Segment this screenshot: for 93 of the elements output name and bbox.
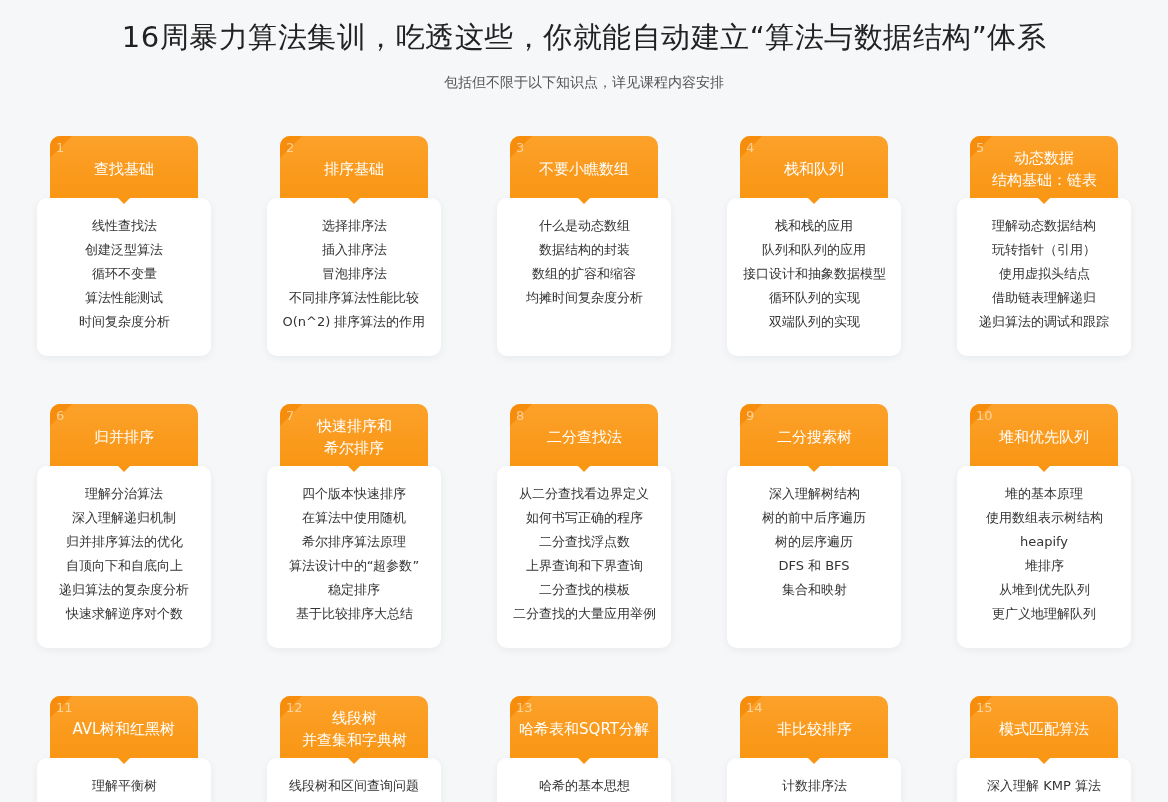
card-number: 11 (56, 699, 73, 717)
card-title: 查找基础 (94, 159, 154, 180)
topic-item: 数据结构的封装 (538, 241, 630, 259)
topic-item: 线性查找法 (91, 217, 157, 235)
topic-item: 在算法中使用随机 (302, 509, 406, 527)
card-title: 并查集和字典树 (301, 730, 407, 751)
topic-item: 如何书写正确的程序 (525, 509, 643, 527)
card-title: 模式匹配算法 (999, 719, 1089, 740)
card-number: 5 (976, 139, 985, 157)
card-number: 14 (746, 699, 763, 717)
topic-item: 稳定排序 (328, 581, 380, 599)
topic-item: 数组的扩容和缩容 (532, 265, 636, 283)
topic-item: 双端队列的实现 (768, 313, 860, 331)
topic-item: 二分查找的模板 (538, 581, 630, 599)
topic-item: 快速求解逆序对个数 (65, 605, 183, 623)
topic-item: 从二分查找看边界定义 (519, 485, 649, 503)
topic-item: 二分查找浮点数 (538, 533, 630, 551)
card-number: 13 (516, 699, 533, 717)
topic-item: 深入理解 KMP 算法 (987, 777, 1101, 795)
topic-item: 递归算法的调试和跟踪 (979, 313, 1109, 331)
topic-item: 不同排序算法性能比较 (289, 289, 419, 307)
topic-item: 选择排序法 (321, 217, 387, 235)
topic-item: 更广义地理解队列 (992, 605, 1096, 623)
page-title: 16周暴力算法集训，吃透这些，你就能自动建立“算法与数据结构”体系 (121, 19, 1047, 56)
card-number: 3 (516, 139, 525, 157)
topic-item: 理解分治算法 (85, 485, 163, 503)
topic-item: 深入理解树结构 (768, 485, 860, 503)
card-number: 12 (286, 699, 303, 717)
topic-item: 循环队列的实现 (768, 289, 860, 307)
topic-item: 基于比较排序大总结 (295, 605, 413, 623)
page-subtitle: 包括但不限于以下知识点，详见课程内容安排 (444, 74, 724, 92)
topic-item: 树的前中后序遍历 (762, 509, 866, 527)
topic-item: 从堆到优先队列 (998, 581, 1090, 599)
topic-item: 上界查询和下界查询 (525, 557, 643, 575)
topic-item: 自顶向下和自底向上 (65, 557, 183, 575)
topic-item: 堆排序 (1024, 557, 1064, 575)
card-title: 排序基础 (324, 159, 384, 180)
topic-item: 归并排序算法的优化 (65, 533, 183, 551)
card-title: 堆和优先队列 (999, 427, 1089, 448)
topic-item: 冒泡排序法 (321, 265, 387, 283)
card-title: 线段树 (331, 708, 377, 729)
topic-item: heapify (1019, 533, 1069, 551)
card-title: 不要小瞧数组 (539, 159, 629, 180)
topic-item: 递归算法的复杂度分析 (59, 581, 189, 599)
card-number: 1 (56, 139, 65, 157)
topic-item: 集合和映射 (781, 581, 847, 599)
card-title: 哈希表和SQRT分解 (519, 719, 649, 740)
topic-item: 算法设计中的“超参数” (288, 557, 420, 575)
topic-item: 深入理解递归机制 (72, 509, 176, 527)
card-title: 二分查找法 (546, 427, 622, 448)
topic-item: 希尔排序算法原理 (302, 533, 406, 551)
topic-item: 什么是动态数组 (538, 217, 630, 235)
topic-item: 玩转指针（引用） (992, 241, 1096, 259)
card-title: 非比较排序 (776, 719, 852, 740)
topic-item: 时间复杂度分析 (78, 313, 170, 331)
topic-item: 使用数组表示树结构 (985, 509, 1103, 527)
card-title: 动态数据 (1014, 148, 1074, 169)
topic-item: 堆的基本原理 (1005, 485, 1083, 503)
topic-item: 计数排序法 (781, 777, 847, 795)
topic-item: 理解动态数据结构 (992, 217, 1096, 235)
card-title: 希尔排序 (324, 438, 384, 459)
topic-item: O(n^2) 排序算法的作用 (282, 313, 426, 331)
card-title: 归并排序 (94, 427, 154, 448)
card-title: 二分搜索树 (776, 427, 852, 448)
topic-item: 栈和栈的应用 (775, 217, 853, 235)
topic-item: 队列和队列的应用 (762, 241, 866, 259)
card-title: 栈和队列 (784, 159, 844, 180)
topic-item: 接口设计和抽象数据模型 (742, 265, 886, 283)
card-number: 2 (286, 139, 295, 157)
card-number: 10 (976, 407, 993, 425)
topic-item: 创建泛型算法 (85, 241, 163, 259)
topic-item: 四个版本快速排序 (302, 485, 406, 503)
card-number: 7 (286, 407, 295, 425)
topic-item: 二分查找的大量应用举例 (512, 605, 656, 623)
card-title: 结构基础：链表 (991, 170, 1097, 191)
topic-item: 线段树和区间查询问题 (289, 777, 419, 795)
card-number: 15 (976, 699, 993, 717)
topic-item: 均摊时间复杂度分析 (525, 289, 643, 307)
topic-item: 使用虚拟头结点 (998, 265, 1090, 283)
card-title: AVL树和红黑树 (72, 719, 176, 740)
topic-item: 插入排序法 (321, 241, 387, 259)
topic-item: DFS 和 BFS (778, 557, 850, 575)
card-title: 快速排序和 (316, 416, 392, 437)
topic-item: 算法性能测试 (85, 289, 163, 307)
card-number: 9 (746, 407, 755, 425)
topic-item: 借助链表理解递归 (992, 289, 1096, 307)
card-number: 6 (56, 407, 65, 425)
card-number: 4 (746, 139, 755, 157)
topic-item: 哈希的基本思想 (538, 777, 630, 795)
topic-item: 理解平衡树 (91, 777, 157, 795)
topic-item: 循环不变量 (91, 265, 157, 283)
topic-item: 树的层序遍历 (775, 533, 853, 551)
card-number: 8 (516, 407, 525, 425)
